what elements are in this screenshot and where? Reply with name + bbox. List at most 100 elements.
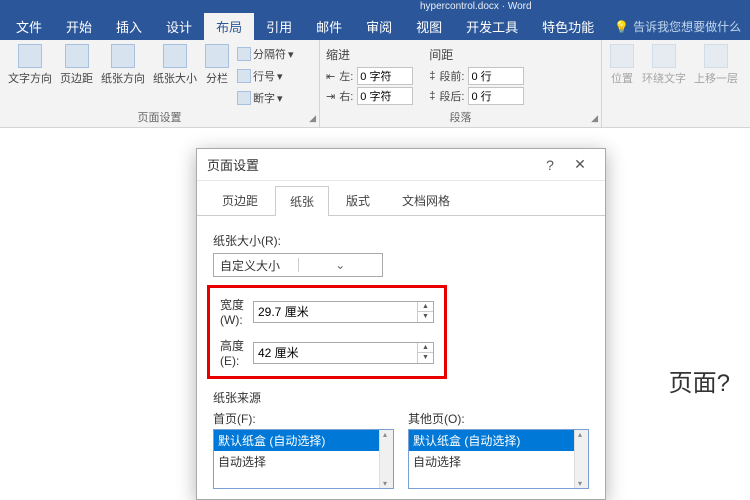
columns-label: 分栏 [206, 70, 228, 86]
dialog-tab-grid[interactable]: 文档网格 [387, 185, 465, 215]
paragraph-group-label: 段落 [320, 109, 601, 125]
dialog-title: 页面设置 [207, 155, 259, 174]
other-pages-label: 其他页(O): [408, 410, 589, 427]
position-button: 位置 [608, 42, 636, 88]
position-icon [610, 44, 634, 68]
scrollbar[interactable] [574, 430, 588, 488]
spacing-header: 间距 [429, 46, 524, 63]
text-direction-button[interactable]: 文字方向 [6, 42, 54, 108]
tab-special[interactable]: 特色功能 [530, 13, 606, 40]
scrollbar[interactable] [379, 430, 393, 488]
text-direction-icon [18, 44, 42, 68]
height-input[interactable] [254, 343, 417, 363]
width-input-wrapper: ▲▼ [253, 301, 434, 323]
dialog-body: 纸张大小(R): 自定义大小 ⌄ 宽度(W): ▲▼ 高度(E): ▲▼ 纸张来 [197, 216, 605, 499]
indent-right-input[interactable] [357, 87, 413, 105]
indent-left-input[interactable] [357, 67, 413, 85]
paper-source-label: 纸张来源 [213, 389, 589, 406]
dialog-tabs: 页边距 纸张 版式 文档网格 [197, 181, 605, 216]
height-label: 高度(E): [220, 337, 245, 368]
orientation-button[interactable]: 纸张方向 [99, 42, 147, 108]
page-setup-launcher-icon[interactable]: ◢ [309, 113, 316, 124]
ribbon-group-arrange: 位置 环绕文字 上移一层 [602, 40, 750, 127]
width-input[interactable] [254, 302, 417, 322]
list-item[interactable]: 默认纸盒 (自动选择) [409, 430, 588, 451]
indent-header: 缩进 [326, 46, 413, 63]
spinner-down-icon[interactable]: ▼ [418, 312, 433, 322]
dialog-close-button[interactable]: ✕ [565, 156, 595, 173]
line-numbers-button[interactable]: 行号▾ [235, 66, 296, 86]
first-page-label: 首页(F): [213, 410, 394, 427]
dialog-tab-margins[interactable]: 页边距 [207, 185, 273, 215]
ribbon-group-page-setup: 文字方向 页边距 纸张方向 纸张大小 分栏 分隔符▾ 行号▾ 断字▾ 页面设置 … [0, 40, 320, 127]
first-page-tray-listbox[interactable]: 默认纸盒 (自动选择) 自动选择 [213, 429, 394, 489]
list-item[interactable]: 自动选择 [214, 451, 393, 472]
other-pages-tray-listbox[interactable]: 默认纸盒 (自动选择) 自动选择 [408, 429, 589, 489]
paper-size-button[interactable]: 纸张大小 [151, 42, 199, 108]
height-input-wrapper: ▲▼ [253, 342, 434, 364]
ribbon-tabs: 文件 开始 插入 设计 布局 引用 邮件 审阅 视图 开发工具 特色功能 💡 告… [0, 13, 750, 40]
chevron-down-icon[interactable]: ⌄ [298, 258, 383, 272]
spacing-after-label: 段后: [439, 88, 464, 104]
tab-review[interactable]: 审阅 [354, 13, 404, 40]
tab-mailings[interactable]: 邮件 [304, 13, 354, 40]
list-item[interactable]: 默认纸盒 (自动选择) [214, 430, 393, 451]
columns-icon [205, 44, 229, 68]
columns-button[interactable]: 分栏 [203, 42, 231, 108]
hyphenation-button[interactable]: 断字▾ [235, 88, 296, 108]
dimensions-highlight: 宽度(W): ▲▼ 高度(E): ▲▼ [207, 285, 447, 379]
spacing-before-input[interactable] [468, 67, 524, 85]
chevron-down-icon: ▾ [277, 70, 283, 83]
page-setup-dialog: 页面设置 ? ✕ 页边距 纸张 版式 文档网格 纸张大小(R): 自定义大小 ⌄… [196, 148, 606, 500]
tab-home[interactable]: 开始 [54, 13, 104, 40]
paragraph-launcher-icon[interactable]: ◢ [591, 113, 598, 124]
dialog-tab-layout[interactable]: 版式 [331, 185, 385, 215]
document-title: hypercontrol.docx · Word [420, 1, 532, 12]
dialog-tab-paper[interactable]: 纸张 [275, 186, 329, 216]
dialog-titlebar[interactable]: 页面设置 ? ✕ [197, 149, 605, 181]
hyphenation-icon [237, 91, 251, 105]
breaks-button[interactable]: 分隔符▾ [235, 44, 296, 64]
page-body-text: 页面? [669, 363, 730, 398]
margins-button[interactable]: 页边距 [58, 42, 95, 108]
tab-view[interactable]: 视图 [404, 13, 454, 40]
spacing-before-icon: ‡ [429, 70, 435, 82]
indent-right-icon: ⇥ [326, 90, 335, 103]
list-item[interactable]: 自动选择 [409, 451, 588, 472]
position-label: 位置 [611, 70, 633, 86]
width-spinner[interactable]: ▲▼ [417, 302, 433, 322]
tell-me-search[interactable]: 💡 告诉我您想要做什么 [614, 18, 741, 35]
hyphenation-label: 断字 [253, 90, 275, 106]
spinner-up-icon[interactable]: ▲ [418, 343, 433, 354]
paper-size-select[interactable]: 自定义大小 ⌄ [213, 253, 383, 277]
margins-label: 页边距 [60, 70, 93, 86]
chevron-down-icon: ▾ [277, 92, 283, 105]
chevron-down-icon: ▾ [288, 48, 294, 61]
line-numbers-label: 行号 [253, 68, 275, 84]
height-spinner[interactable]: ▲▼ [417, 343, 433, 363]
page-setup-group-label: 页面设置 [0, 109, 319, 125]
tab-developer[interactable]: 开发工具 [454, 13, 530, 40]
spacing-after-input[interactable] [468, 87, 524, 105]
tab-file[interactable]: 文件 [4, 13, 54, 40]
wrap-text-button: 环绕文字 [640, 42, 688, 88]
indent-right-label: 右: [339, 88, 353, 104]
spinner-up-icon[interactable]: ▲ [418, 302, 433, 313]
spinner-down-icon[interactable]: ▼ [418, 353, 433, 363]
text-direction-label: 文字方向 [8, 70, 52, 86]
tab-references[interactable]: 引用 [254, 13, 304, 40]
orientation-label: 纸张方向 [101, 70, 145, 86]
breaks-icon [237, 47, 251, 61]
wrap-text-icon [652, 44, 676, 68]
indent-left-label: 左: [339, 68, 353, 84]
tab-insert[interactable]: 插入 [104, 13, 154, 40]
tab-layout[interactable]: 布局 [204, 13, 254, 40]
paper-size-icon [163, 44, 187, 68]
ribbon-group-paragraph: 缩进 ⇤左: ⇥右: 间距 ‡段前: ‡段后: 段落 ◢ [320, 40, 602, 127]
margins-icon [65, 44, 89, 68]
paper-size-value: 自定义大小 [214, 257, 298, 274]
tab-design[interactable]: 设计 [154, 13, 204, 40]
lightbulb-icon: 💡 [614, 20, 629, 34]
ribbon: 文字方向 页边距 纸张方向 纸张大小 分栏 分隔符▾ 行号▾ 断字▾ 页面设置 … [0, 40, 750, 128]
dialog-help-button[interactable]: ? [535, 157, 565, 173]
